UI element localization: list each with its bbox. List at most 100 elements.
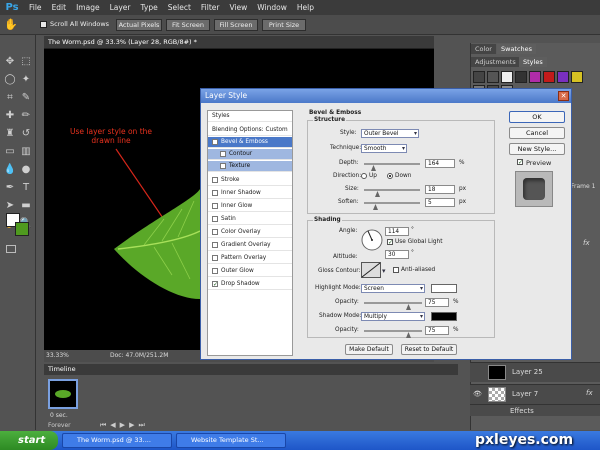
bevel-style-select[interactable]: Outer Bevel: [361, 129, 419, 138]
eyedropper-icon[interactable]: ✎: [19, 91, 33, 105]
timeline-header[interactable]: Timeline: [44, 364, 458, 375]
layer-row[interactable]: 👁 Layer 7 fx: [470, 384, 600, 404]
eraser-tool-icon[interactable]: ▭: [3, 145, 17, 159]
shadow-opacity-slider[interactable]: [364, 330, 422, 332]
dialog-title-bar[interactable]: Layer Style: [201, 89, 571, 103]
direction-down-radio[interactable]: [387, 173, 393, 179]
checkbox-icon[interactable]: [212, 254, 218, 261]
style-item-inner-shadow[interactable]: Inner Shadow: [208, 188, 292, 199]
start-button[interactable]: start: [0, 431, 58, 450]
style-item-stroke[interactable]: Stroke: [208, 175, 292, 186]
taskbar-item-website[interactable]: Website Template St...: [176, 433, 286, 448]
ok-button[interactable]: OK: [509, 111, 565, 123]
layer-fx-icon[interactable]: fx: [583, 239, 590, 247]
menu-type[interactable]: Type: [136, 0, 163, 15]
style-swatch-8[interactable]: [571, 71, 583, 83]
menu-layer[interactable]: Layer: [105, 0, 136, 15]
size-input[interactable]: 18: [425, 185, 455, 194]
technique-select[interactable]: Smooth: [361, 144, 407, 153]
frame-delay[interactable]: 0 sec.: [50, 412, 68, 419]
style-item-texture[interactable]: Texture: [208, 161, 292, 172]
marquee-tool-icon[interactable]: ⬚: [19, 55, 33, 69]
quick-mask-icon[interactable]: [6, 245, 16, 253]
style-swatch-4[interactable]: [515, 71, 527, 83]
fit-screen-button[interactable]: Fit Screen: [166, 19, 210, 31]
reset-default-button[interactable]: Reset to Default: [401, 344, 457, 355]
style-item-pattern-overlay[interactable]: Pattern Overlay: [208, 253, 292, 264]
menu-window[interactable]: Window: [252, 0, 292, 15]
style-item-inner-glow[interactable]: Inner Glow: [208, 201, 292, 212]
style-swatch-7[interactable]: [557, 71, 569, 83]
healing-brush-icon[interactable]: ✚: [3, 109, 17, 123]
global-light-checkbox[interactable]: ✓: [387, 239, 393, 246]
menu-filter[interactable]: Filter: [196, 0, 225, 15]
checkbox-icon[interactable]: [212, 241, 218, 248]
anti-aliased-checkbox[interactable]: [393, 267, 399, 273]
menu-edit[interactable]: Edit: [47, 0, 72, 15]
brush-tool-icon[interactable]: ✏: [19, 109, 33, 123]
layer-name[interactable]: Layer 25: [512, 368, 543, 376]
zoom-readout[interactable]: 33.33%: [46, 352, 69, 359]
make-default-button[interactable]: Make Default: [345, 344, 393, 355]
highlight-color-swatch[interactable]: [431, 284, 457, 293]
shadow-mode-select[interactable]: Multiply: [361, 312, 425, 321]
soften-slider[interactable]: [364, 202, 420, 204]
style-item-outer-glow[interactable]: Outer Glow: [208, 266, 292, 277]
style-item-bevel-emboss[interactable]: Bevel & Emboss: [208, 137, 292, 148]
print-size-button[interactable]: Print Size: [262, 19, 306, 31]
playback-controls[interactable]: ⏮◀▶▶⏭: [100, 421, 149, 430]
menu-help[interactable]: Help: [292, 0, 319, 15]
hand-tool-icon[interactable]: ✋: [4, 18, 18, 31]
menu-select[interactable]: Select: [163, 0, 196, 15]
checkbox-checked-icon[interactable]: ✓: [212, 280, 218, 287]
layer-fx-icon[interactable]: fx: [586, 389, 593, 397]
crop-tool-icon[interactable]: ⌗: [3, 91, 17, 105]
history-brush-icon[interactable]: ↺: [19, 127, 33, 141]
document-tab[interactable]: The Worm.psd @ 33.3% (Layer 28, RGB/8#) …: [44, 36, 434, 49]
altitude-input[interactable]: 30: [385, 250, 409, 259]
checkbox-icon[interactable]: [220, 162, 226, 169]
style-swatch-1[interactable]: [473, 71, 485, 83]
highlight-opacity-input[interactable]: 75: [425, 298, 449, 307]
style-swatch-3[interactable]: [501, 71, 513, 83]
angle-dial[interactable]: [361, 229, 383, 251]
animation-frame[interactable]: [48, 379, 78, 409]
checkbox-icon[interactable]: [212, 215, 218, 222]
style-item-satin[interactable]: Satin: [208, 214, 292, 225]
style-swatch-2[interactable]: [487, 71, 499, 83]
close-icon[interactable]: ✕: [558, 91, 569, 101]
size-slider[interactable]: [364, 189, 420, 191]
tab-adjustments[interactable]: Adjustments: [471, 57, 520, 67]
stamp-tool-icon[interactable]: ♜: [3, 127, 17, 141]
gloss-contour-picker[interactable]: ▾: [361, 262, 389, 278]
checkbox-icon[interactable]: [220, 150, 226, 157]
scroll-all-checkbox[interactable]: [40, 21, 47, 28]
tab-color[interactable]: Color: [471, 44, 496, 54]
checkbox-icon[interactable]: [212, 267, 218, 274]
layer-row[interactable]: Layer 25: [470, 362, 600, 382]
style-item-gradient-overlay[interactable]: Gradient Overlay: [208, 240, 292, 251]
fill-screen-button[interactable]: Fill Screen: [214, 19, 258, 31]
shadow-opacity-input[interactable]: 75: [425, 326, 449, 335]
dodge-tool-icon[interactable]: ●: [19, 163, 33, 177]
cancel-button[interactable]: Cancel: [509, 127, 565, 139]
taskbar-item-photoshop[interactable]: The Worm.psd @ 33....: [62, 433, 172, 448]
menu-image[interactable]: Image: [71, 0, 105, 15]
checkbox-checked-icon[interactable]: [212, 138, 218, 145]
style-item-drop-shadow[interactable]: ✓ Drop Shadow: [208, 279, 292, 290]
styles-header[interactable]: Styles: [208, 111, 292, 122]
checkbox-icon[interactable]: [212, 189, 218, 196]
style-swatch-5[interactable]: [529, 71, 541, 83]
loop-select[interactable]: Forever: [48, 422, 71, 429]
checkbox-icon[interactable]: [212, 228, 218, 235]
depth-slider[interactable]: [364, 163, 420, 165]
gradient-tool-icon[interactable]: ▥: [19, 145, 33, 159]
checkbox-icon[interactable]: [212, 202, 218, 209]
background-color-swatch[interactable]: [15, 222, 29, 236]
style-item-contour[interactable]: Contour: [208, 149, 292, 160]
type-tool-icon[interactable]: T: [19, 181, 33, 195]
soften-input[interactable]: 5: [425, 198, 455, 207]
highlight-mode-select[interactable]: Screen: [361, 284, 425, 293]
layer-name[interactable]: Layer 7: [512, 390, 538, 398]
magic-wand-icon[interactable]: ✦: [19, 73, 33, 87]
